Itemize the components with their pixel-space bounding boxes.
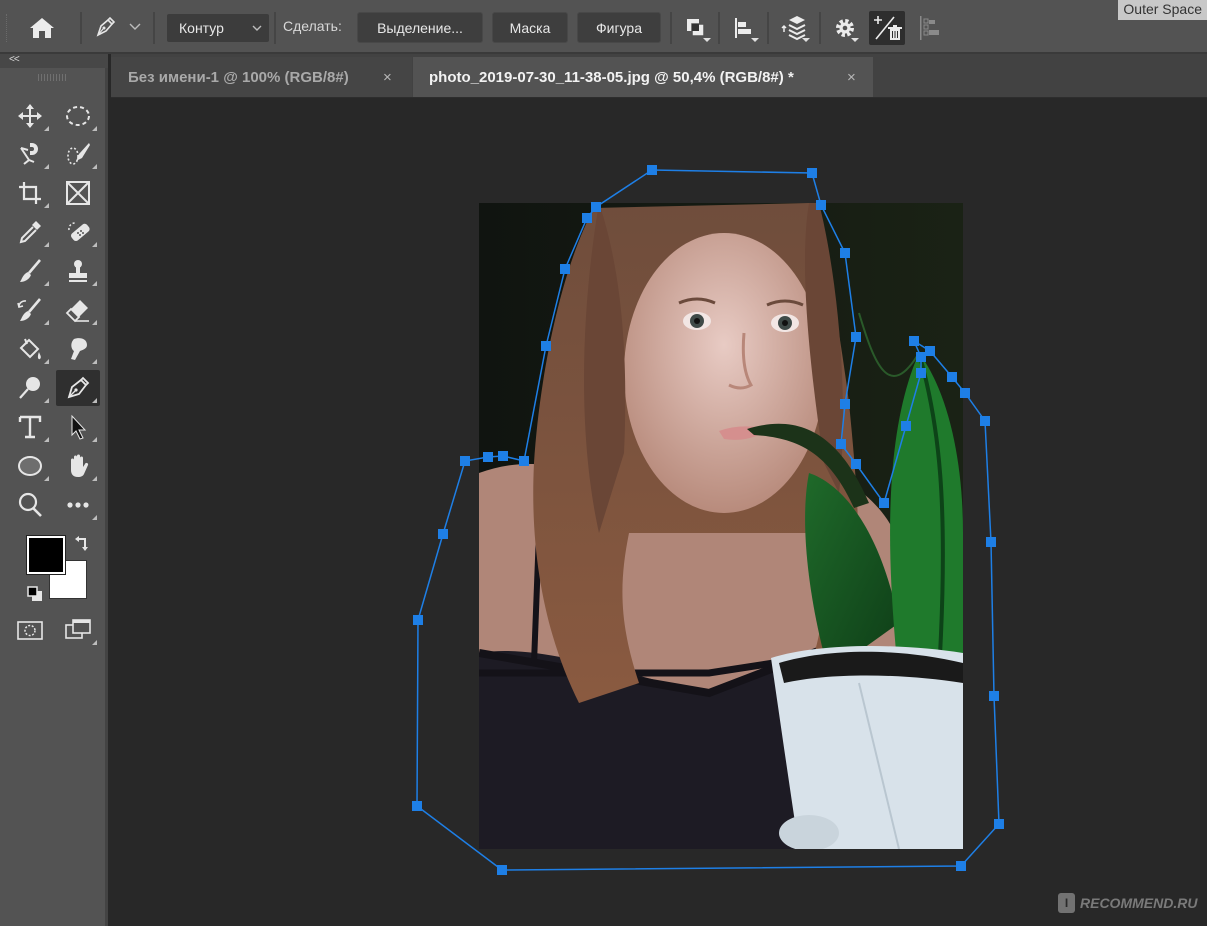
ellipse-marquee-icon (66, 106, 90, 126)
home-button[interactable] (26, 14, 58, 42)
move-icon (18, 104, 42, 128)
auto-add-delete-toggle[interactable] (869, 11, 905, 45)
watermark: I RECOMMEND.RU (1058, 893, 1197, 913)
tab-untitled-1[interactable]: Без имени-1 @ 100% (RGB/8#) × (111, 57, 412, 97)
ellipse-tool[interactable] (8, 448, 52, 484)
watermark-text: RECOMMEND.RU (1080, 895, 1198, 911)
path-operations-button[interactable] (680, 12, 712, 44)
hand-tool[interactable] (56, 448, 100, 484)
smudge-tool[interactable] (56, 331, 100, 367)
options-bar: Контур Сделать: Выделение... Маска Фигур… (0, 0, 1207, 54)
more-icon (67, 502, 89, 508)
bandage-icon (68, 222, 90, 242)
make-shape-button[interactable]: Фигура (577, 12, 661, 43)
tab-label: Без имени-1 @ 100% (RGB/8#) (128, 68, 349, 86)
quick-selection-tool[interactable] (56, 136, 100, 172)
elliptical-marquee-tool[interactable] (56, 98, 100, 134)
foreground-color-swatch[interactable] (26, 535, 66, 575)
chevron-down-icon (252, 25, 262, 31)
pen-icon (96, 16, 116, 37)
type-icon (18, 415, 42, 439)
home-icon (30, 18, 54, 38)
auto-add-delete-icon (874, 16, 902, 40)
path-selection-tool[interactable] (56, 409, 100, 445)
screen-mode-button[interactable] (56, 612, 100, 648)
document-tab-bar: Без имени-1 @ 100% (RGB/8#) × photo_2019… (111, 54, 1207, 98)
path-alignment-button[interactable] (728, 12, 760, 44)
make-mask-button[interactable]: Маска (492, 12, 568, 43)
history-brush-icon (17, 298, 41, 321)
brush-tool[interactable] (8, 253, 52, 289)
workspace-label[interactable]: Outer Space (1118, 0, 1207, 20)
magnetic-lasso-tool[interactable] (8, 136, 52, 172)
path-operations-icon (687, 19, 705, 37)
dodge-icon (19, 377, 40, 399)
history-brush-tool[interactable] (8, 292, 52, 328)
mode-select[interactable]: Контур (167, 14, 269, 42)
close-tab-button[interactable]: × (847, 69, 856, 86)
paint-bucket-tool[interactable] (8, 331, 52, 367)
smudge-icon (71, 338, 87, 360)
move-tool[interactable] (8, 98, 52, 134)
magnifier-icon (18, 492, 42, 517)
recommend-logo-icon: I (1058, 893, 1075, 913)
clone-stamp-tool[interactable] (56, 253, 100, 289)
eraser-icon (65, 300, 89, 323)
crop-icon (19, 182, 41, 204)
hand-icon (71, 454, 89, 477)
eraser-tool[interactable] (56, 292, 100, 328)
tab-label: photo_2019-07-30_11-38-05.jpg @ 50,4% (R… (429, 68, 794, 86)
close-tab-button[interactable]: × (383, 69, 392, 86)
quick-mask-icon (17, 621, 43, 640)
document-image[interactable] (479, 203, 963, 849)
tool-preset-picker[interactable] (90, 12, 120, 42)
eyedropper-icon (19, 221, 41, 244)
settings-button[interactable] (829, 12, 861, 44)
stamp-icon (69, 260, 87, 282)
photoshop-window: Контур Сделать: Выделение... Маска Фигур… (0, 0, 1207, 926)
paint-bucket-icon (19, 338, 41, 360)
default-colors-icon (27, 586, 42, 601)
eyedropper-tool[interactable] (8, 214, 52, 250)
pen-icon (67, 376, 90, 399)
tab-photo[interactable]: photo_2019-07-30_11-38-05.jpg @ 50,4% (R… (413, 57, 873, 97)
quick-selection-icon (67, 143, 90, 165)
quick-mask-button[interactable] (8, 612, 52, 648)
screen-mode-icon (65, 619, 91, 639)
make-label: Сделать: (283, 18, 342, 34)
options-bar-grip[interactable] (6, 14, 9, 42)
collapse-panel-button[interactable]: << (0, 54, 108, 68)
default-colors-button[interactable] (26, 585, 44, 603)
align-edges-button[interactable] (916, 12, 944, 44)
dodge-tool[interactable] (8, 370, 52, 406)
make-selection-button[interactable]: Выделение... (357, 12, 483, 43)
path-alignment-icon (735, 18, 751, 38)
arrow-icon (71, 414, 87, 440)
type-tool[interactable] (8, 409, 52, 445)
frame-icon (66, 181, 90, 205)
swap-colors-button[interactable] (74, 535, 92, 553)
brush-icon (20, 259, 41, 282)
ellipse-shape-icon (18, 456, 42, 476)
align-edges-icon (920, 16, 939, 40)
swap-colors-icon (75, 536, 88, 551)
tool-preset-dropdown[interactable] (128, 20, 142, 34)
mode-select-value: Контур (179, 20, 224, 36)
pen-tool[interactable] (56, 370, 100, 406)
photo-illustration (479, 203, 963, 849)
chevron-down-icon (129, 23, 141, 30)
tools-panel-grip[interactable] (38, 74, 68, 81)
crop-tool[interactable] (8, 175, 52, 211)
path-arrangement-button[interactable] (776, 10, 812, 44)
magnetic-lasso-icon (20, 143, 38, 165)
spot-healing-tool[interactable] (56, 214, 100, 250)
zoom-tool[interactable] (8, 487, 52, 523)
settings-gear-icon (836, 19, 854, 37)
frame-tool[interactable] (56, 175, 100, 211)
edit-toolbar-button[interactable] (56, 487, 100, 523)
